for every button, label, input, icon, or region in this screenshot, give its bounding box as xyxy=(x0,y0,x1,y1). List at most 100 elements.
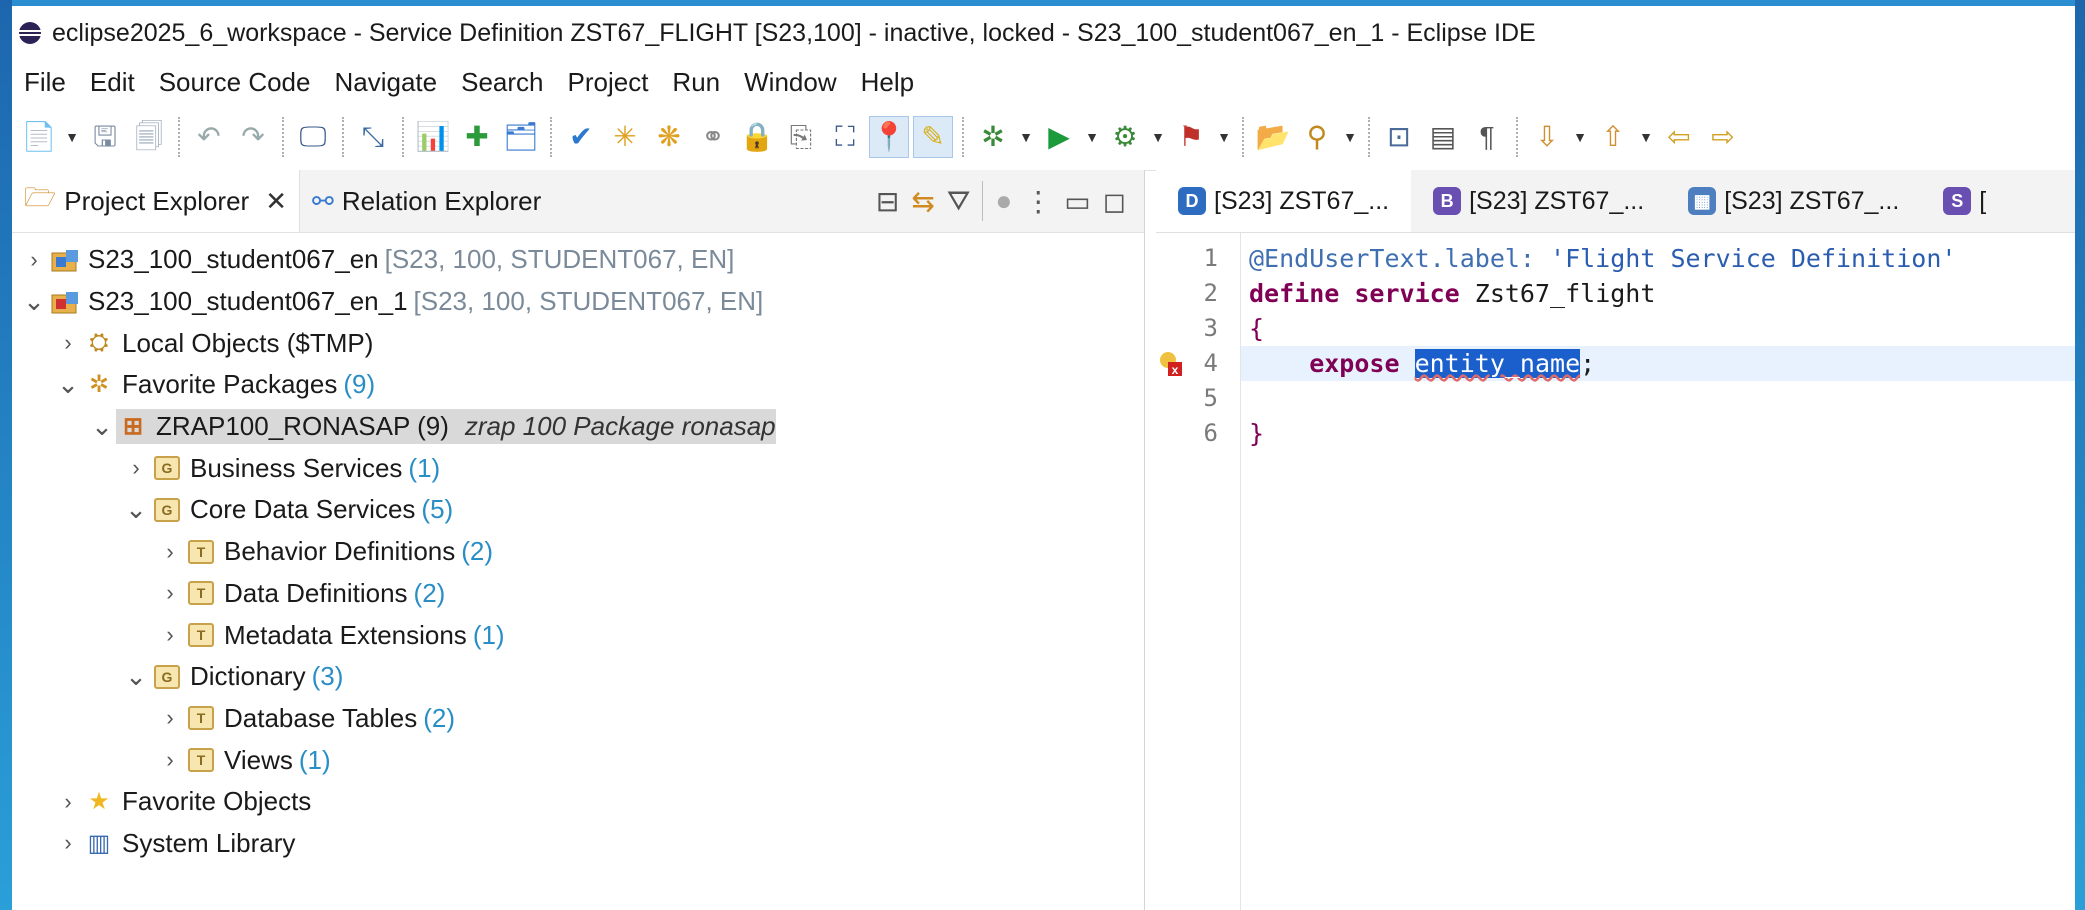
debug-dropdown-icon[interactable]: ▼ xyxy=(1018,129,1034,145)
compare-icon[interactable]: ⚭ xyxy=(694,117,732,157)
back-icon[interactable]: ⇦ xyxy=(1660,117,1698,157)
type-folder-icon: T xyxy=(186,578,216,608)
new-abap-project-icon[interactable]: 📊 xyxy=(414,117,452,157)
chevron-right-icon[interactable]: › xyxy=(124,455,148,481)
view-menu-icon[interactable]: ⋮ xyxy=(1024,185,1052,218)
menu-navigate[interactable]: Navigate xyxy=(322,60,449,104)
pin-icon[interactable]: 📍 xyxy=(869,116,909,158)
link-with-editor-icon[interactable]: ⇆ xyxy=(911,185,934,218)
coverage-dropdown-icon[interactable]: ▼ xyxy=(1150,129,1166,145)
tab-project-explorer[interactable]: 🗁 Project Explorer ✕ xyxy=(12,170,301,232)
show-whitespace-icon[interactable]: ¶ xyxy=(1468,117,1506,157)
new-dropdown-icon[interactable]: ▼ xyxy=(64,129,80,145)
menu-source-code[interactable]: Source Code xyxy=(147,60,323,104)
chevron-right-icon[interactable]: › xyxy=(158,747,182,773)
editor-tab[interactable]: S[ xyxy=(1921,170,2008,232)
next-annotation-icon[interactable]: ⇩ xyxy=(1528,117,1566,157)
save-all-icon[interactable]: 🗐 xyxy=(130,117,168,157)
chevron-right-icon[interactable]: › xyxy=(56,330,80,356)
filter-icon[interactable]: ⛛ xyxy=(947,185,971,218)
block-select-icon[interactable]: ▤ xyxy=(1424,117,1462,157)
menu-help[interactable]: Help xyxy=(849,60,926,104)
open-folder-icon[interactable]: 📂 xyxy=(1254,117,1292,157)
chevron-right-icon[interactable]: › xyxy=(56,789,80,815)
chevron-down-icon[interactable]: ⌄ xyxy=(124,661,148,692)
chevron-right-icon[interactable]: › xyxy=(22,247,46,273)
undo-icon[interactable]: ↶ xyxy=(190,117,228,157)
chevron-down-icon[interactable]: ⌄ xyxy=(22,286,46,317)
next-annotation-dropdown-icon[interactable]: ▼ xyxy=(1572,129,1588,145)
menu-run[interactable]: Run xyxy=(660,60,732,104)
maximize-icon[interactable]: ◻ xyxy=(1103,185,1126,218)
new-abap-object-icon[interactable]: ✚ xyxy=(458,117,496,157)
open-console-icon[interactable]: 🖵 xyxy=(294,117,332,157)
tree-item[interactable]: › T Data Definitions (2) xyxy=(12,573,1144,615)
collapse-all-icon[interactable]: ⊟ xyxy=(876,185,899,218)
highlight-icon[interactable]: ✎ xyxy=(913,116,953,158)
tree-item[interactable]: › ★ Favorite Objects xyxy=(12,781,1144,823)
menu-window[interactable]: Window xyxy=(732,60,848,104)
forward-icon[interactable]: ⇨ xyxy=(1704,117,1742,157)
chevron-right-icon[interactable]: › xyxy=(158,580,182,606)
tree-item[interactable]: › ⛭ Local Objects ($TMP) xyxy=(12,322,1144,364)
editor-tab[interactable]: B [S23] ZST67_... xyxy=(1411,170,1666,232)
tree-item[interactable]: › T Behavior Definitions (2) xyxy=(12,531,1144,573)
chevron-down-icon[interactable]: ⌄ xyxy=(90,411,114,442)
new-icon[interactable]: 📄 xyxy=(20,117,58,157)
chevron-right-icon[interactable]: › xyxy=(158,622,182,648)
editor-tab-label: [ xyxy=(1979,186,1987,215)
activate-all-icon[interactable]: ❋ xyxy=(650,117,688,157)
search-dropdown-icon[interactable]: ▼ xyxy=(1342,129,1358,145)
code-token[interactable]: entity_name xyxy=(1414,349,1581,378)
save-icon[interactable]: 🖫 xyxy=(86,117,124,157)
chevron-right-icon[interactable]: › xyxy=(158,705,182,731)
hierarchy-icon[interactable]: ⛶ xyxy=(826,117,864,157)
menu-file[interactable]: File xyxy=(12,60,78,104)
transport-icon[interactable]: ⎘ xyxy=(782,117,820,157)
chevron-right-icon[interactable]: › xyxy=(158,539,182,565)
editor-tab[interactable]: D [S23] ZST67_... xyxy=(1156,170,1412,232)
external-tools-icon[interactable]: ⚑ xyxy=(1172,117,1210,157)
chevron-right-icon[interactable]: › xyxy=(56,830,80,856)
prev-annotation-icon[interactable]: ⇧ xyxy=(1594,117,1632,157)
tree-item[interactable]: › T Database Tables (2) xyxy=(12,698,1144,740)
toggle-mark-icon[interactable]: ⊡ xyxy=(1380,117,1418,157)
prev-annotation-dropdown-icon[interactable]: ▼ xyxy=(1638,129,1654,145)
focus-icon[interactable]: ● xyxy=(995,185,1012,217)
chevron-down-icon[interactable]: ⌄ xyxy=(56,369,80,400)
open-abap-object-icon[interactable]: 🗂 xyxy=(502,117,540,157)
tree-item[interactable]: › T Views (1) xyxy=(12,739,1144,781)
activate-icon[interactable]: ✳ xyxy=(606,117,644,157)
tree-item[interactable]: › ▥ System Library xyxy=(12,823,1144,865)
error-marker-icon[interactable]: x xyxy=(1158,350,1186,378)
window-title: eclipse2025_6_workspace - Service Defini… xyxy=(52,18,1536,47)
tree-item[interactable]: ⌄ G Core Data Services (5) xyxy=(12,489,1144,531)
menu-edit[interactable]: Edit xyxy=(78,60,147,104)
redo-icon[interactable]: ↷ xyxy=(234,117,272,157)
code-editor[interactable]: 1 2 3 4 x 5 6 @EndUserText.label: 'Flight Serv… xyxy=(1156,233,2075,910)
tree-item[interactable]: ⌄ ⊞ ZRAP100_RONASAP (9) zrap 100 Package ro… xyxy=(12,406,1144,448)
menu-search[interactable]: Search xyxy=(449,60,555,104)
code-text[interactable]: @EndUserText.label: 'Flight Service Defi… xyxy=(1241,233,2075,910)
chevron-down-icon[interactable]: ⌄ xyxy=(124,494,148,525)
menu-project[interactable]: Project xyxy=(556,60,661,104)
minimize-icon[interactable]: ▭ xyxy=(1064,185,1090,218)
lock-icon[interactable]: 🔒 xyxy=(738,117,776,157)
check-icon[interactable]: ✔ xyxy=(562,117,600,157)
close-icon[interactable]: ✕ xyxy=(265,186,287,217)
editor-tab[interactable]: ▦ [S23] ZST67_... xyxy=(1666,170,1921,232)
coverage-icon[interactable]: ⚙ xyxy=(1106,117,1144,157)
tree-item[interactable]: › T Metadata Extensions (1) xyxy=(12,614,1144,656)
tree-item[interactable]: › G Business Services (1) xyxy=(12,447,1144,489)
tab-relation-explorer[interactable]: ⚯ Relation Explorer xyxy=(300,170,553,232)
search-icon[interactable]: ⚲ xyxy=(1298,117,1336,157)
tree-item[interactable]: ⌄ G Dictionary (3) xyxy=(12,656,1144,698)
tree-item[interactable]: › S23_100_student067_en [S23, 100, STUDENT… xyxy=(12,239,1144,281)
tree-item[interactable]: ⌄ S23_100_student067_en_1 [S23, 100, STUDE… xyxy=(12,281,1144,323)
external-tools-dropdown-icon[interactable]: ▼ xyxy=(1216,129,1232,145)
run-icon[interactable]: ▶ xyxy=(1040,117,1078,157)
debug-icon[interactable]: ✲ xyxy=(974,117,1012,157)
tree-item[interactable]: ⌄ ✲ Favorite Packages (9) xyxy=(12,364,1144,406)
run-dropdown-icon[interactable]: ▼ xyxy=(1084,129,1100,145)
debug-pointer-icon[interactable]: ⤡ xyxy=(354,117,392,157)
